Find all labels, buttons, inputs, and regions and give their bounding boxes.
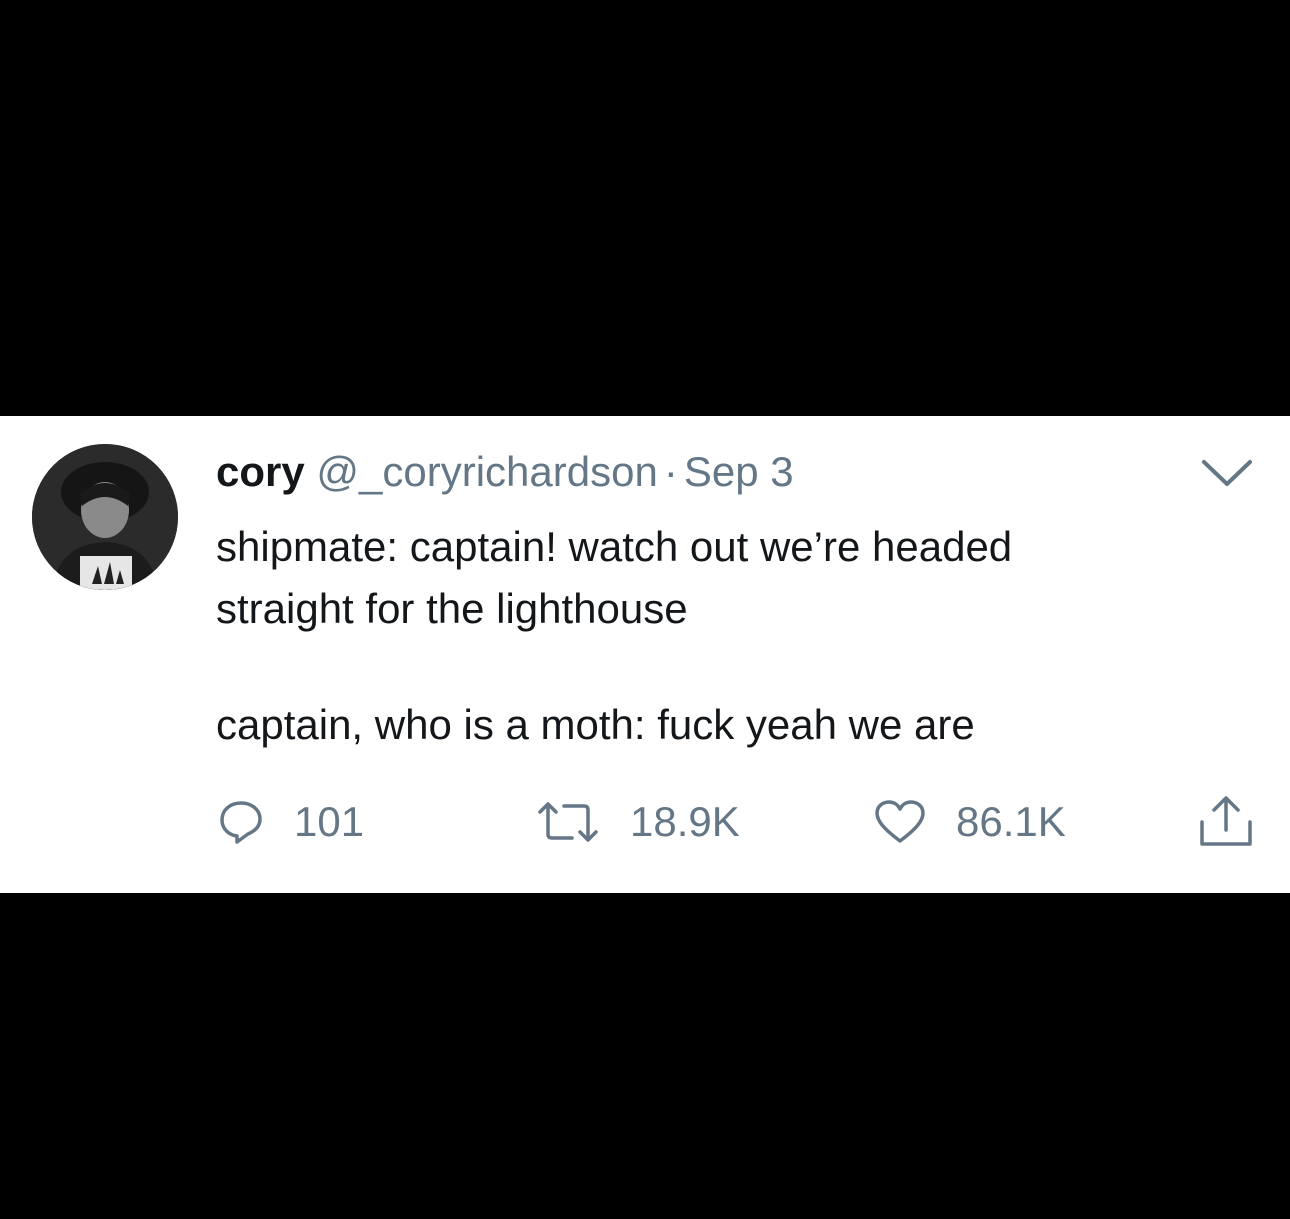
tweet-header: cory @_coryrichardson · Sep 3	[216, 446, 794, 498]
tweet-text-line-1: shipmate: captain! watch out we’re heade…	[216, 523, 1013, 570]
reply-button[interactable]: 101	[218, 788, 364, 856]
tweet-actions: 101 18.9K 86.1K	[0, 788, 1290, 856]
tweet-text-line-3: captain, who is a moth: fuck yeah we are	[216, 701, 975, 748]
separator-dot: ·	[663, 448, 678, 495]
display-name[interactable]: cory	[216, 448, 305, 495]
avatar-photo	[32, 444, 178, 590]
reply-count: 101	[294, 798, 365, 845]
user-handle[interactable]: @_coryrichardson	[316, 448, 657, 495]
retweet-count: 18.9K	[630, 798, 740, 845]
tweet-text-line-2: straight for the lighthouse	[216, 585, 688, 632]
heart-icon	[875, 800, 925, 843]
share-button[interactable]	[1196, 788, 1256, 856]
tweet-card[interactable]: cory @_coryrichardson · Sep 3 shipmate: ca…	[0, 416, 1290, 893]
tweet-text: shipmate: captain! watch out we’re heade…	[216, 516, 1216, 756]
like-count: 86.1K	[956, 798, 1066, 845]
retweet-button[interactable]: 18.9K	[536, 788, 740, 856]
tweet-date[interactable]: Sep 3	[684, 448, 794, 495]
avatar[interactable]	[32, 444, 178, 590]
chevron-down-icon	[1202, 460, 1252, 486]
share-icon	[1200, 796, 1252, 846]
tweet-menu-button[interactable]	[1200, 454, 1254, 490]
reply-icon	[220, 801, 262, 844]
retweet-icon	[538, 802, 598, 842]
like-button[interactable]: 86.1K	[874, 788, 1066, 856]
